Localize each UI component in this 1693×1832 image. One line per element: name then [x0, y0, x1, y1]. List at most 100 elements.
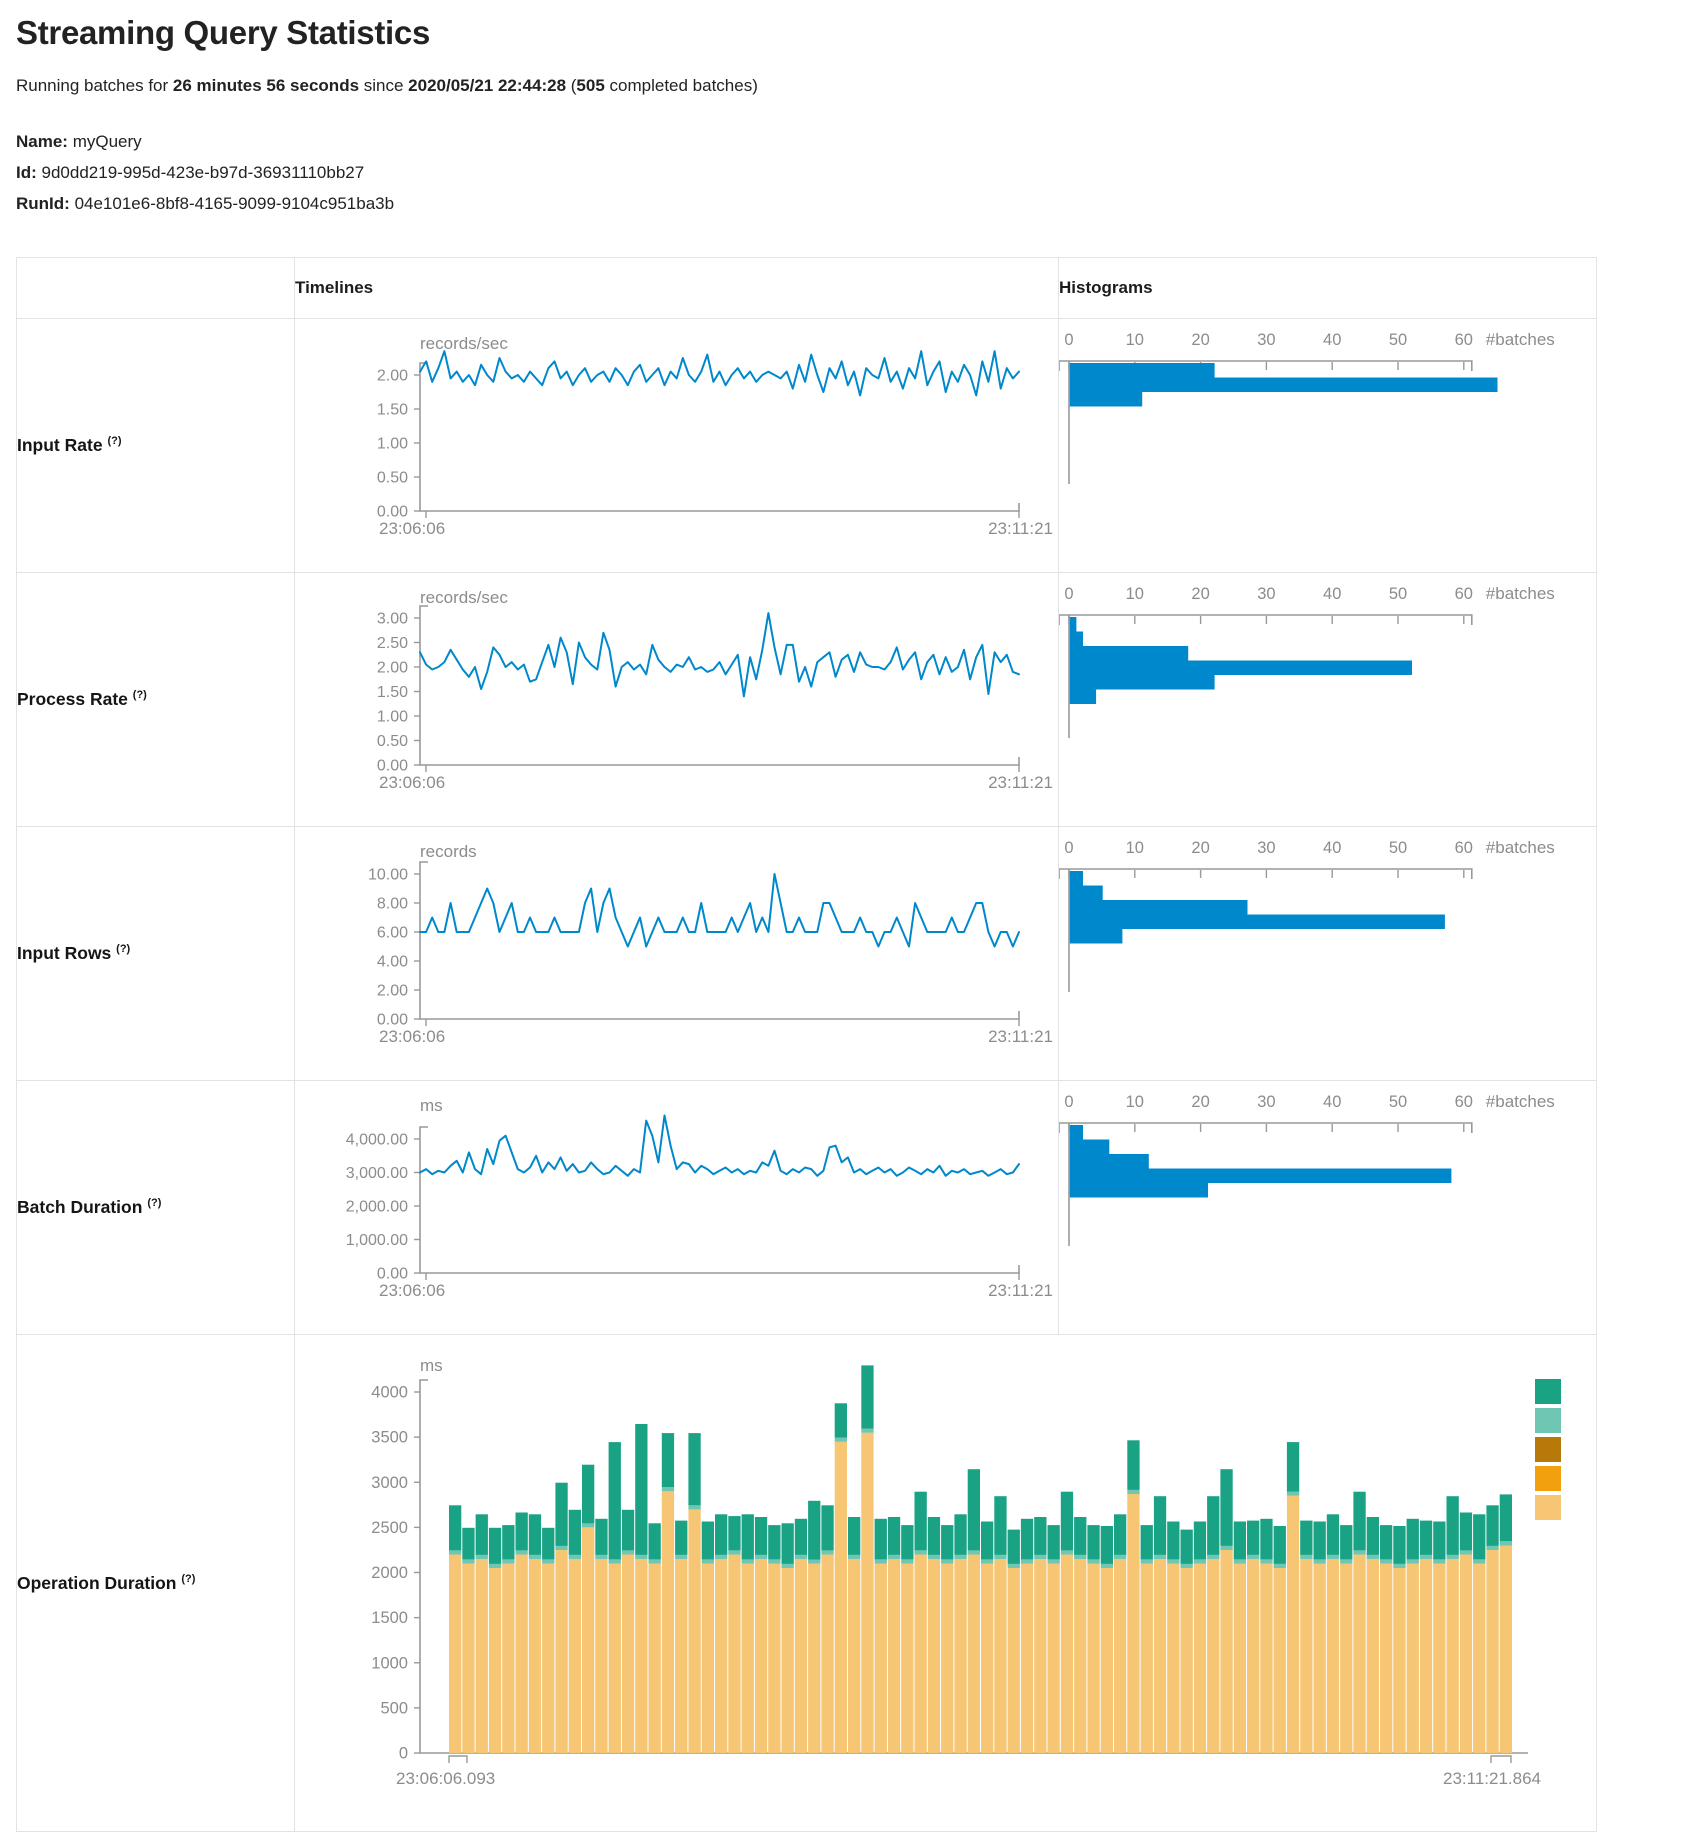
svg-text:0.00: 0.00 — [377, 504, 408, 521]
query-name-label: Name: — [16, 132, 68, 151]
svg-text:10: 10 — [1126, 839, 1144, 857]
svg-text:10: 10 — [1126, 1093, 1144, 1111]
batch-duration-histogram-chart: 0102030405060#batches — [1059, 1081, 1595, 1329]
legend-swatch-teal — [1535, 1379, 1561, 1404]
svg-text:50: 50 — [1389, 331, 1407, 349]
operation-duration-chart: ms4000350030002500200015001000500023:06:… — [295, 1335, 1595, 1826]
svg-text:23:06:06: 23:06:06 — [379, 1281, 445, 1300]
svg-text:3,000.00: 3,000.00 — [346, 1165, 408, 1182]
svg-text:1.50: 1.50 — [377, 402, 408, 419]
input-rate-label: Input Rate — [17, 435, 103, 455]
page-title: Streaming Query Statistics — [16, 14, 1693, 52]
statistics-table: Timelines Histograms Input Rate (?) reco… — [16, 257, 1597, 1832]
process-rate-help-icon[interactable]: (?) — [133, 689, 147, 701]
svg-text:1,000.00: 1,000.00 — [346, 1232, 408, 1249]
svg-text:3000: 3000 — [371, 1474, 408, 1492]
svg-text:1000: 1000 — [371, 1654, 408, 1672]
input-rate-histogram-chart: 0102030405060#batches — [1059, 319, 1595, 567]
svg-text:23:06:06: 23:06:06 — [379, 1027, 445, 1046]
svg-text:20: 20 — [1191, 585, 1209, 603]
input-rows-timeline-cell: records10.008.006.004.002.000.0023:06:06… — [295, 827, 1059, 1081]
operation-duration-label: Operation Duration — [17, 1573, 176, 1593]
legend-swatch-orange — [1535, 1466, 1561, 1491]
svg-text:23:11:21.864: 23:11:21.864 — [1443, 1769, 1541, 1788]
query-id-label: Id: — [16, 163, 37, 182]
svg-text:#batches: #batches — [1486, 838, 1555, 857]
svg-text:4.00: 4.00 — [377, 954, 408, 971]
svg-text:60: 60 — [1455, 1093, 1473, 1111]
svg-text:10: 10 — [1126, 585, 1144, 603]
batch-duration-help-icon[interactable]: (?) — [147, 1197, 161, 1209]
svg-text:30: 30 — [1257, 585, 1275, 603]
query-metadata: Name: myQuery Id: 9d0dd219-995d-423e-b97… — [16, 126, 1693, 219]
input-rate-help-icon[interactable]: (?) — [107, 435, 121, 447]
svg-text:500: 500 — [380, 1699, 408, 1717]
input-rate-label-cell: Input Rate (?) — [17, 319, 295, 573]
svg-text:0.00: 0.00 — [377, 758, 408, 775]
svg-text:4,000.00: 4,000.00 — [346, 1132, 408, 1149]
running-prefix: Running batches for — [16, 76, 173, 95]
histograms-column-header: Histograms — [1059, 258, 1597, 319]
svg-text:2,000.00: 2,000.00 — [346, 1199, 408, 1216]
svg-text:ms: ms — [420, 1356, 443, 1375]
svg-text:30: 30 — [1257, 1093, 1275, 1111]
process-rate-timeline-chart: records/sec3.002.502.001.501.000.500.002… — [295, 573, 1057, 821]
svg-text:23:11:21: 23:11:21 — [988, 1281, 1053, 1300]
timelines-column-header: Timelines — [295, 258, 1059, 319]
input-rows-label-cell: Input Rows (?) — [17, 827, 295, 1081]
completed-batches-count: 505 — [576, 76, 604, 95]
svg-text:2.50: 2.50 — [377, 635, 408, 652]
paren-open: ( — [566, 76, 576, 95]
svg-text:0: 0 — [399, 1745, 408, 1763]
svg-text:23:06:06.093: 23:06:06.093 — [396, 1769, 495, 1788]
input-rows-row: Input Rows (?) records10.008.006.004.002… — [17, 827, 1597, 1081]
query-name-row: Name: myQuery — [16, 126, 1693, 157]
operation-duration-row: Operation Duration (?) ms400035003000250… — [17, 1335, 1597, 1832]
input-rows-histogram-chart: 0102030405060#batches — [1059, 827, 1595, 1075]
svg-text:20: 20 — [1191, 1093, 1209, 1111]
process-rate-timeline-cell: records/sec3.002.502.001.501.000.500.002… — [295, 573, 1059, 827]
svg-text:23:06:06: 23:06:06 — [379, 773, 445, 792]
svg-text:1.00: 1.00 — [377, 436, 408, 453]
svg-text:0: 0 — [1064, 331, 1073, 349]
legend-swatch-dark-gold — [1535, 1437, 1561, 1462]
svg-text:23:06:06: 23:06:06 — [379, 519, 445, 538]
svg-text:40: 40 — [1323, 585, 1341, 603]
svg-text:1.00: 1.00 — [377, 709, 408, 726]
input-rows-help-icon[interactable]: (?) — [116, 943, 130, 955]
svg-text:40: 40 — [1323, 331, 1341, 349]
svg-text:20: 20 — [1191, 839, 1209, 857]
svg-text:2.00: 2.00 — [377, 368, 408, 385]
svg-text:records: records — [420, 842, 477, 861]
svg-text:1500: 1500 — [371, 1609, 408, 1627]
input-rate-timeline-cell: records/sec2.001.501.000.500.0023:06:062… — [295, 319, 1059, 573]
svg-text:0.00: 0.00 — [377, 1012, 408, 1029]
input-rows-label: Input Rows — [17, 943, 111, 963]
svg-text:#batches: #batches — [1486, 1092, 1555, 1111]
svg-text:10: 10 — [1126, 331, 1144, 349]
operation-duration-help-icon[interactable]: (?) — [181, 1573, 195, 1585]
query-id-value: 9d0dd219-995d-423e-b97d-36931110bb27 — [42, 163, 365, 182]
batch-duration-timeline-cell: ms4,000.003,000.002,000.001,000.000.0023… — [295, 1081, 1059, 1335]
input-rate-row: Input Rate (?) records/sec2.001.501.000.… — [17, 319, 1597, 573]
svg-text:60: 60 — [1455, 331, 1473, 349]
svg-text:20: 20 — [1191, 331, 1209, 349]
svg-text:4000: 4000 — [371, 1384, 408, 1402]
batch-duration-timeline-chart: ms4,000.003,000.002,000.001,000.000.0023… — [295, 1081, 1057, 1329]
svg-text:#batches: #batches — [1486, 330, 1555, 349]
svg-text:0.50: 0.50 — [377, 733, 408, 750]
since-word: since — [359, 76, 408, 95]
process-rate-histogram-chart: 0102030405060#batches — [1059, 573, 1595, 821]
svg-text:0.50: 0.50 — [377, 470, 408, 487]
svg-text:2.00: 2.00 — [377, 660, 408, 677]
batch-duration-label-cell: Batch Duration (?) — [17, 1081, 295, 1335]
operation-duration-chart-cell: ms4000350030002500200015001000500023:06:… — [295, 1335, 1597, 1832]
process-rate-label-cell: Process Rate (?) — [17, 573, 295, 827]
input-rows-histogram-cell: 0102030405060#batches — [1059, 827, 1597, 1081]
input-rows-timeline-chart: records10.008.006.004.002.000.0023:06:06… — [295, 827, 1057, 1075]
svg-text:#batches: #batches — [1486, 584, 1555, 603]
query-runid-label: RunId: — [16, 194, 70, 213]
svg-text:60: 60 — [1455, 585, 1473, 603]
query-runid-row: RunId: 04e101e6-8bf8-4165-9099-9104c951b… — [16, 188, 1693, 219]
svg-text:3.00: 3.00 — [377, 611, 408, 628]
